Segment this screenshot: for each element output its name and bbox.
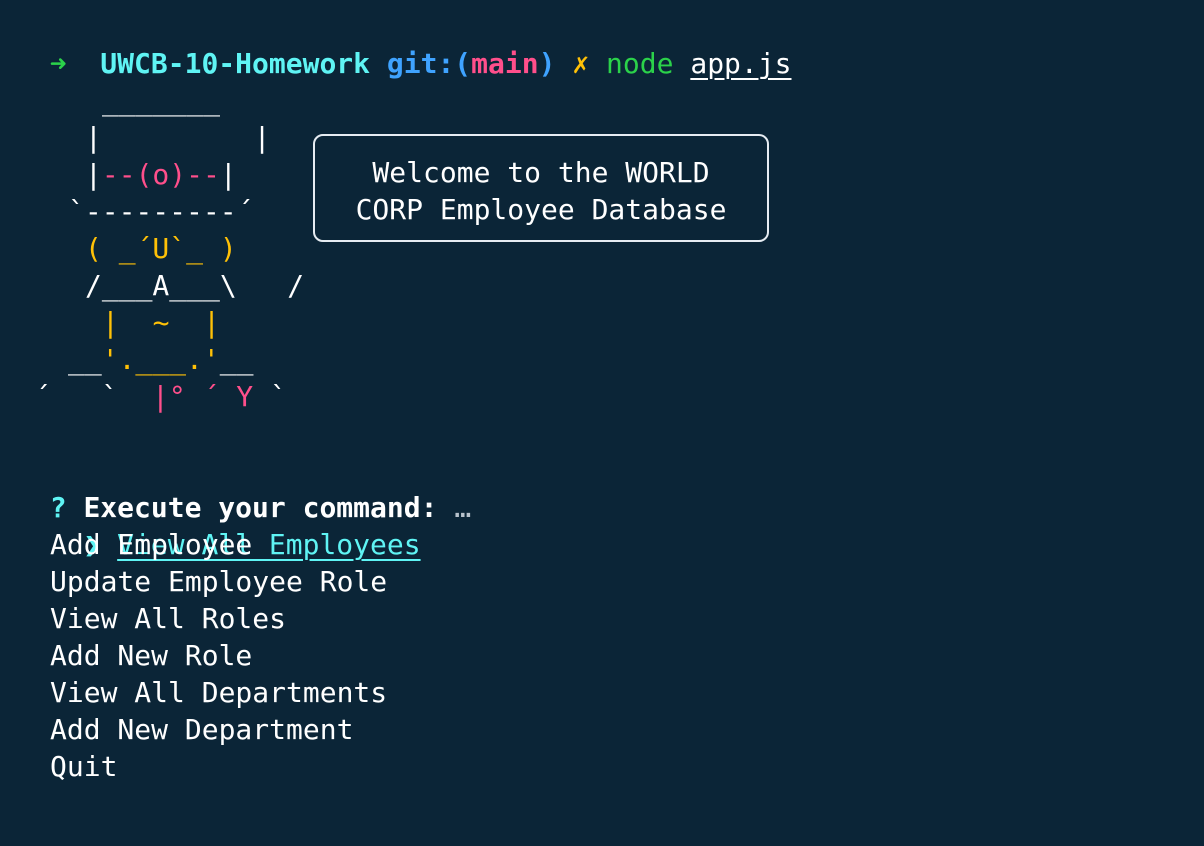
menu-item-add-new-role[interactable]: Add New Role [50,637,252,674]
menu-item-add-new-department[interactable]: Add New Department [50,711,353,748]
welcome-banner: Welcome to the WORLD CORP Employee Datab… [313,134,769,242]
menu-item-quit[interactable]: Quit [50,748,117,785]
welcome-line-2: CORP Employee Database [355,193,727,226]
menu-item-add-employee[interactable]: Add Employee [50,526,252,563]
menu-item-view-all-departments[interactable]: View All Departments [50,674,387,711]
welcome-line-1: Welcome to the WORLD [372,156,710,189]
git-prefix: git:( [386,47,472,80]
dirty-mark-icon: ✗ [572,47,590,80]
shell-prompt: ➜ UWCB-10-Homework git:(main) ✗ node app… [16,8,792,80]
current-directory: UWCB-10-Homework [100,47,371,80]
menu-item-update-employee-role[interactable]: Update Employee Role [50,563,387,600]
menu-item-view-all-roles[interactable]: View All Roles [50,600,286,637]
command-argument: app.js [690,47,792,80]
command-name: node [606,47,674,80]
question-ellipsis: … [454,491,472,524]
git-branch: main [471,47,539,80]
git-suffix: ) [538,47,556,80]
menu-item-selected[interactable]: ❯ View All Employees [16,489,420,561]
prompt-arrow-icon: ➜ [49,47,67,80]
command-question: ? Execute your command: … [16,452,471,524]
